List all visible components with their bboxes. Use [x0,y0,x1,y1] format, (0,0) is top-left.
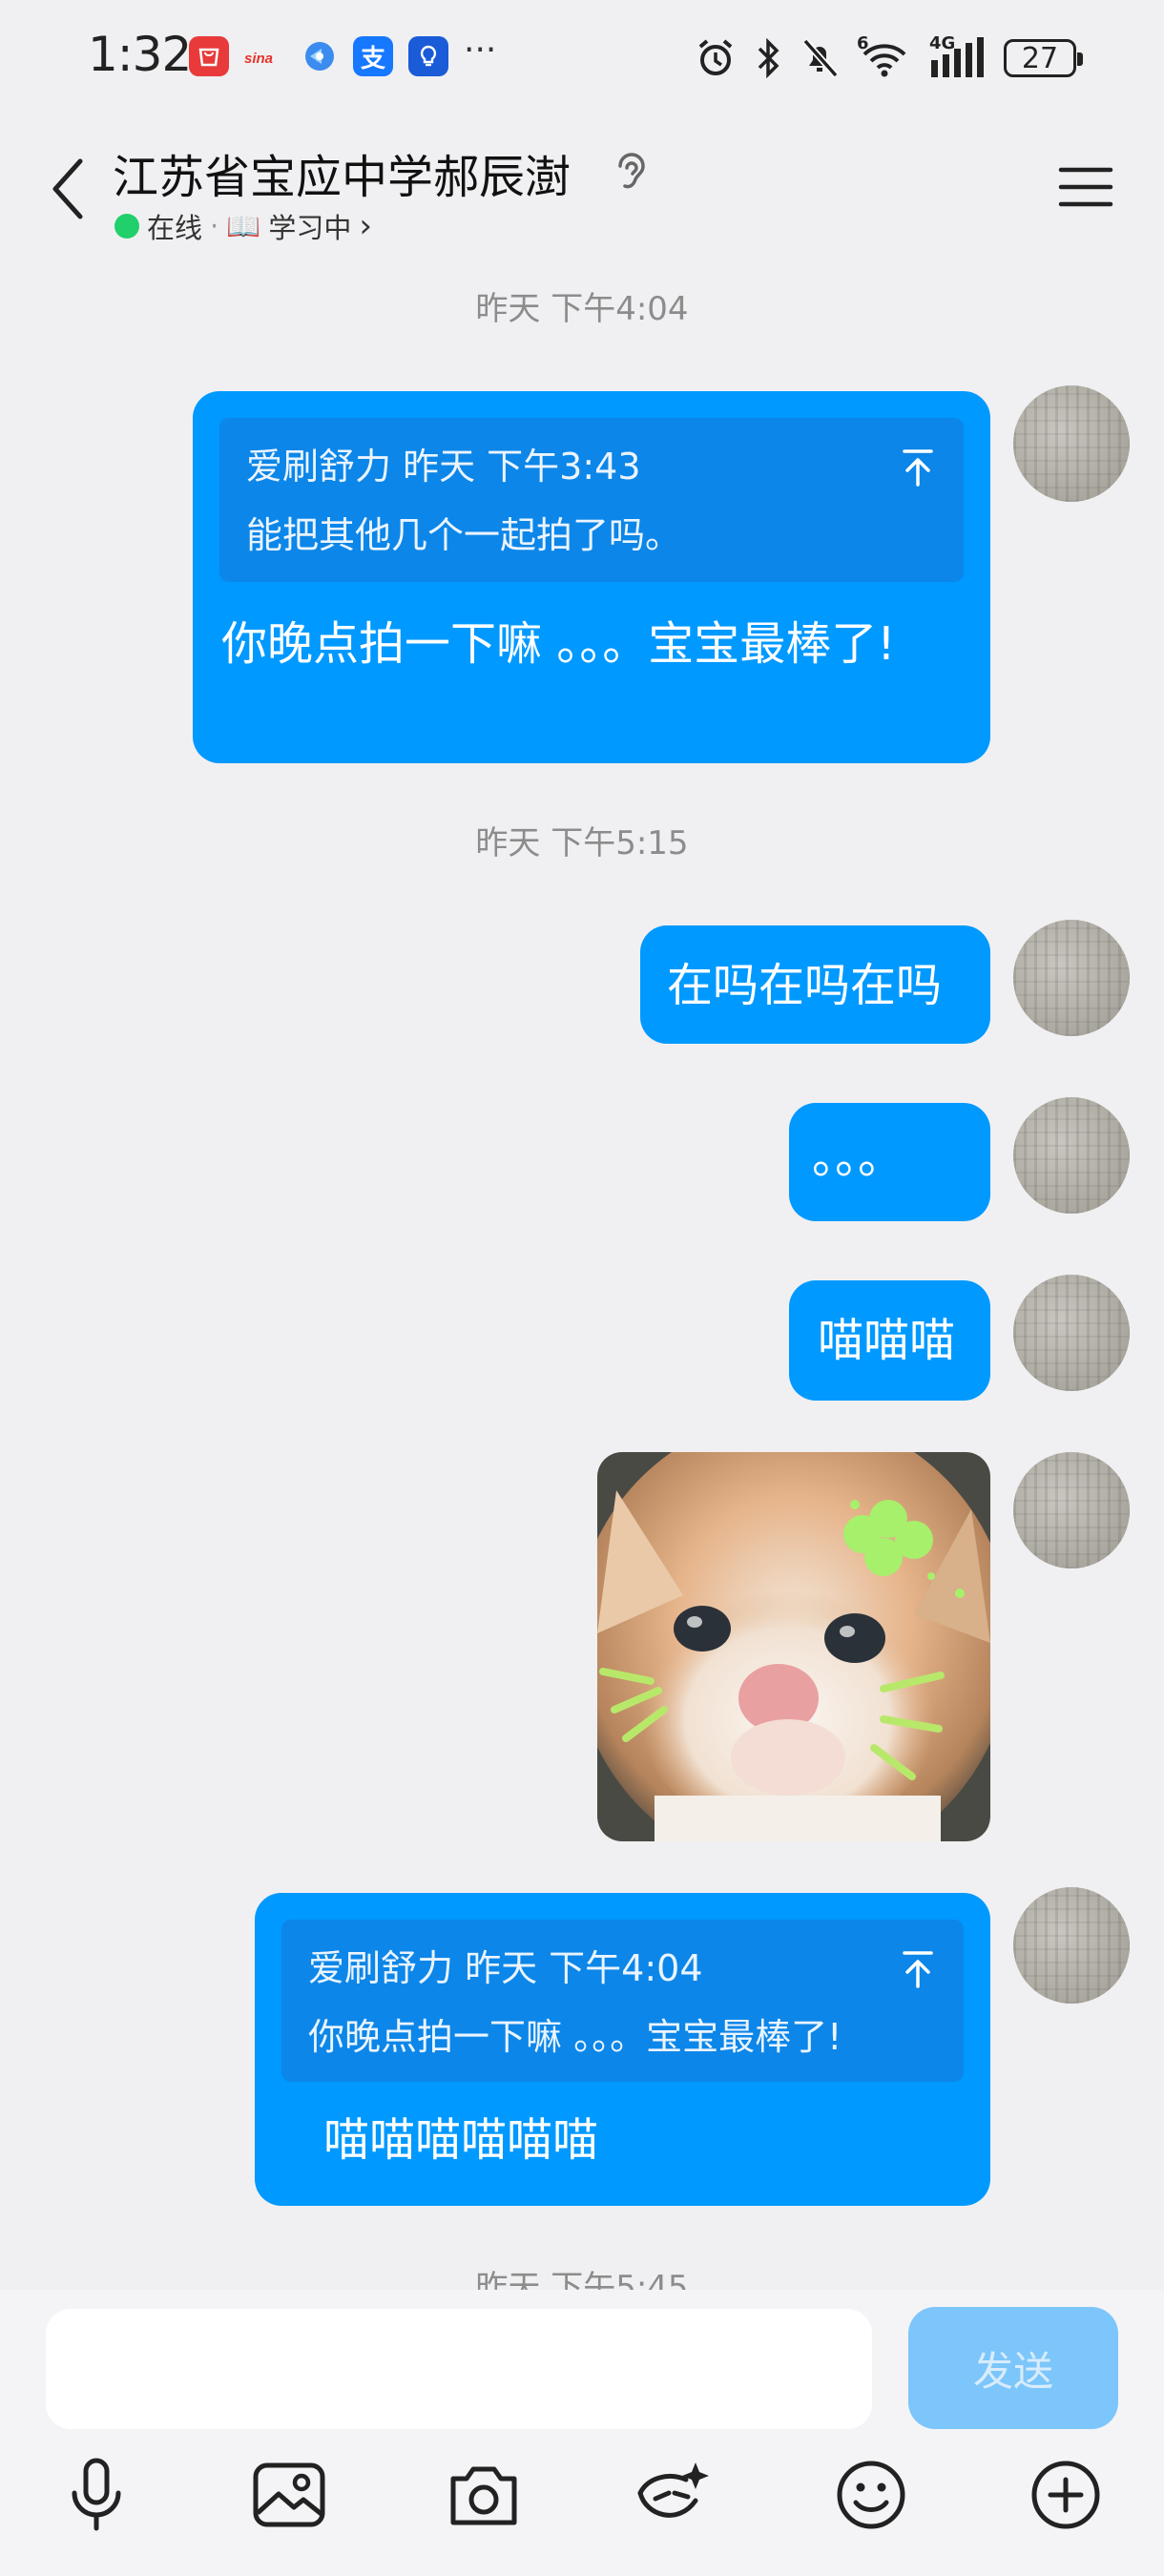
kitten-sticker-image[interactable] [597,1452,990,1841]
quoted-message[interactable]: 爱刷舒力 昨天 下午4:04 你晚点拍一下嘛 。。。宝宝最棒了! [281,1920,964,2082]
quoted-message[interactable]: 爱刷舒力 昨天 下午3:43 能把其他几个一起拍了吗。 [219,418,964,582]
menu-icon[interactable] [1057,158,1114,216]
send-button[interactable]: 发送 [908,2307,1118,2429]
wifi-generation: 6 [857,33,869,53]
message-text: 喵喵喵 [818,1314,956,1367]
sender-avatar[interactable] [1013,385,1130,502]
plus-circle-icon [1031,2461,1100,2529]
huawei-app-icon [189,36,229,76]
camera-button[interactable] [441,2452,527,2538]
status-time: 1:32 [88,27,192,82]
input-bar: 发送 [0,2290,1164,2576]
wifi-icon: 6 [857,33,912,79]
emoji-button[interactable] [828,2452,914,2538]
sender-avatar[interactable] [1013,920,1130,1036]
status-bar: 1:32 sina 支 ··· 6 4G 27 [0,0,1164,114]
alarm-icon [698,39,733,75]
message-text: 喵喵喵喵喵喵 [323,2113,599,2167]
bluetooth-icon [758,37,779,79]
back-button[interactable] [38,151,95,227]
earpiece-mode-icon[interactable] [613,147,651,198]
sender-avatar[interactable] [1013,1887,1130,2004]
reply-message-bubble[interactable]: 爱刷舒力 昨天 下午4:04 你晚点拍一下嘛 。。。宝宝最棒了! 喵喵喵喵喵喵 [255,1893,990,2206]
photo-album-button[interactable] [246,2452,332,2538]
sparkle-face-icon [637,2462,709,2518]
more-notifications-icon: ··· [464,31,497,70]
more-actions-button[interactable] [1023,2452,1109,2538]
message-timestamp: 昨天 下午5:15 [475,824,689,862]
jump-to-original-icon[interactable] [899,1948,937,1990]
contact-name[interactable]: 江苏省宝应中学郝辰澍 [113,139,571,206]
ai-feature-button[interactable] [630,2452,716,2538]
reply-message-bubble[interactable]: 爱刷舒力 昨天 下午3:43 能把其他几个一起拍了吗。 你晚点拍一下嘛 。。。宝… [193,391,990,763]
sender-avatar[interactable] [1013,1452,1130,1568]
message-input[interactable] [46,2309,872,2429]
chat-header: 江苏省宝应中学郝辰澍 在线 · 📖 学习中 › [0,124,1164,258]
message-timestamp: 昨天 下午4:04 [475,290,689,328]
message-text: 你晚点拍一下嘛 。。。宝宝最棒了! [221,617,896,671]
mute-icon [802,38,839,78]
sender-avatar[interactable] [1013,1097,1130,1214]
bulb-app-icon [408,36,448,76]
smiley-icon [837,2461,905,2529]
online-status-dot [114,214,139,239]
quoted-author-time: 爱刷舒力 昨天 下午3:43 [246,446,641,488]
microphone-icon [72,2458,121,2531]
quoted-text: 能把其他几个一起拍了吗。 [246,514,682,556]
alipay-app-icon: 支 [353,36,393,76]
presence-status[interactable]: 在线 · 📖 学习中 › [114,206,372,246]
chevron-left-icon [52,158,83,219]
activity-label: 学习中 [268,212,352,244]
online-label: 在线 [147,212,203,244]
sina-app-icon: sina [242,36,282,76]
quoted-text: 你晚点拍一下嘛 。。。宝宝最棒了! [308,2016,842,2058]
sender-avatar[interactable] [1013,1275,1130,1391]
image-icon [253,2462,325,2527]
battery-icon: 27 [1004,39,1083,77]
svg-text:sina: sina [244,51,273,67]
jump-to-original-icon[interactable] [899,447,937,488]
message-text: 。。。 [812,1131,904,1184]
cellular-signal-icon: 4G [929,33,987,79]
message-timestamp: 昨天 下午5:45 [475,2269,689,2290]
battery-level: 27 [1021,41,1059,75]
voice-button[interactable] [53,2452,139,2538]
camera-icon [450,2466,517,2525]
browser-app-icon [300,36,340,76]
text-message-bubble[interactable]: 在吗在吗在吗 [640,925,990,1044]
text-message-bubble[interactable]: 喵喵喵 [789,1280,990,1401]
quoted-author-time: 爱刷舒力 昨天 下午4:04 [308,1947,703,1989]
chat-message-list[interactable]: 昨天 下午4:04 爱刷舒力 昨天 下午3:43 能把其他几个一起拍了吗。 你晚… [0,258,1164,2290]
chevron-right-icon: › [359,207,372,245]
message-text: 在吗在吗在吗 [667,959,943,1012]
network-type: 4G [929,33,956,53]
text-message-bubble[interactable]: 。。。 [789,1103,990,1221]
book-icon: 📖 [226,209,261,242]
status-indicators: 6 4G 27 [695,32,1083,84]
presence-separator: · [210,210,219,242]
input-toolbar [0,2452,1164,2557]
